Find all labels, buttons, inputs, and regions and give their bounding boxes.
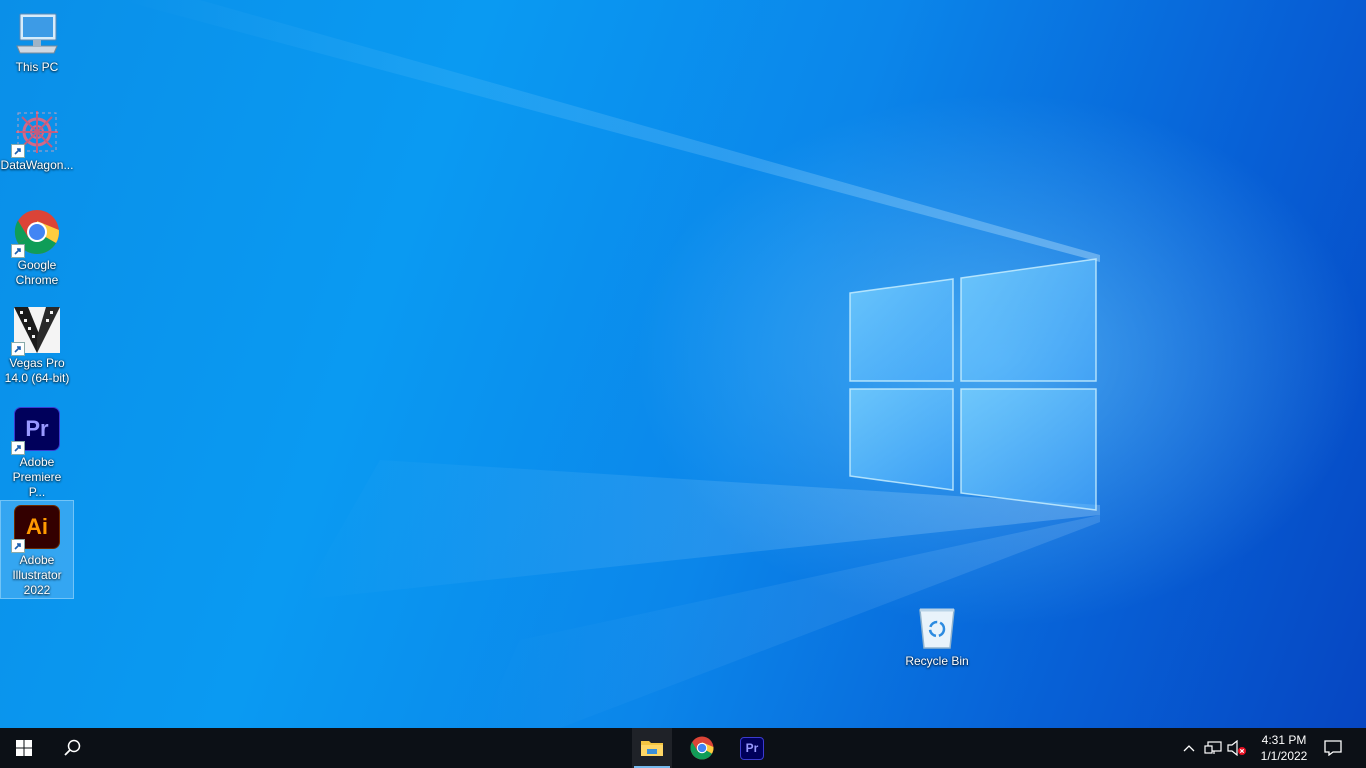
volume-tray-button[interactable]	[1225, 728, 1249, 768]
desktop-icon-label: Adobe Illustrator 2022	[12, 553, 62, 597]
computer-icon	[13, 10, 61, 58]
taskbar-file-explorer[interactable]	[632, 728, 672, 768]
network-tray-button[interactable]	[1201, 728, 1225, 768]
desktop-icon-this-pc[interactable]: This PC	[1, 8, 73, 75]
illustrator-tile-text: Ai	[26, 514, 48, 539]
desktop-icon-recycle-bin[interactable]: Recycle Bin	[900, 602, 974, 669]
desktop-icon-vegas-pro[interactable]: Vegas Pro 14.0 (64-bit)	[1, 304, 73, 386]
desktop-icon-label: Google Chrome	[15, 258, 59, 287]
recycle-bin-icon	[913, 604, 961, 652]
show-hidden-icons-button[interactable]	[1177, 728, 1201, 768]
shortcut-arrow-icon	[11, 441, 25, 455]
clock-time: 4:31 PM	[1261, 733, 1307, 747]
desktop-icon-label: Adobe Premiere P...	[12, 455, 62, 499]
chrome-icon	[690, 736, 714, 760]
desktop-icon-adobe-illustrator[interactable]: Ai Adobe Illustrator 2022	[0, 500, 74, 599]
desktop-icon-label: Recycle Bin	[905, 654, 969, 668]
taskbar-adobe-premiere[interactable]: Pr	[732, 728, 772, 768]
desktop-icon-label: Vegas Pro 14.0 (64-bit)	[4, 356, 70, 385]
illustrator-icon: Ai	[11, 503, 61, 553]
taskbar: Pr 4:31 PM 1/1/2022	[0, 728, 1366, 768]
chevron-up-icon	[1183, 745, 1195, 752]
windows-logo-wallpaper	[849, 258, 1097, 511]
desktop-icon-label: DataWagon...	[0, 158, 74, 172]
desktop-icon-google-chrome[interactable]: Google Chrome	[1, 206, 73, 288]
taskbar-clock[interactable]: 4:31 PM 1/1/2022	[1252, 728, 1316, 768]
action-center-button[interactable]	[1313, 728, 1353, 768]
desktop[interactable]: This PC DataWagon... Google Chrome Vegas…	[0, 0, 1366, 728]
premiere-tile-text: Pr	[745, 741, 759, 755]
chrome-icon	[11, 208, 61, 258]
wallpaper-light-beams	[120, 0, 1100, 728]
desktop-icon-datawagon[interactable]: DataWagon...	[1, 106, 73, 173]
premiere-tile-text: Pr	[25, 416, 49, 441]
network-icon	[1204, 741, 1222, 754]
shortcut-arrow-icon	[11, 539, 25, 553]
premiere-icon: Pr	[11, 405, 61, 455]
windows-start-icon	[16, 740, 32, 756]
search-icon	[64, 739, 81, 756]
search-button[interactable]	[48, 728, 96, 768]
file-explorer-icon	[641, 741, 663, 756]
start-button[interactable]	[0, 728, 48, 768]
shortcut-arrow-icon	[11, 144, 25, 158]
volume-muted-icon	[1227, 740, 1246, 756]
vegas-pro-icon	[11, 306, 61, 356]
premiere-icon: Pr	[740, 736, 764, 760]
datawagon-icon	[11, 108, 61, 158]
taskbar-google-chrome[interactable]	[682, 728, 722, 768]
desktop-icon-label: This PC	[15, 60, 59, 74]
notification-icon	[1324, 740, 1342, 756]
desktop-icon-adobe-premiere[interactable]: Pr Adobe Premiere P...	[1, 403, 73, 500]
shortcut-arrow-icon	[11, 342, 25, 356]
clock-date: 1/1/2022	[1260, 749, 1308, 763]
shortcut-arrow-icon	[11, 244, 25, 258]
